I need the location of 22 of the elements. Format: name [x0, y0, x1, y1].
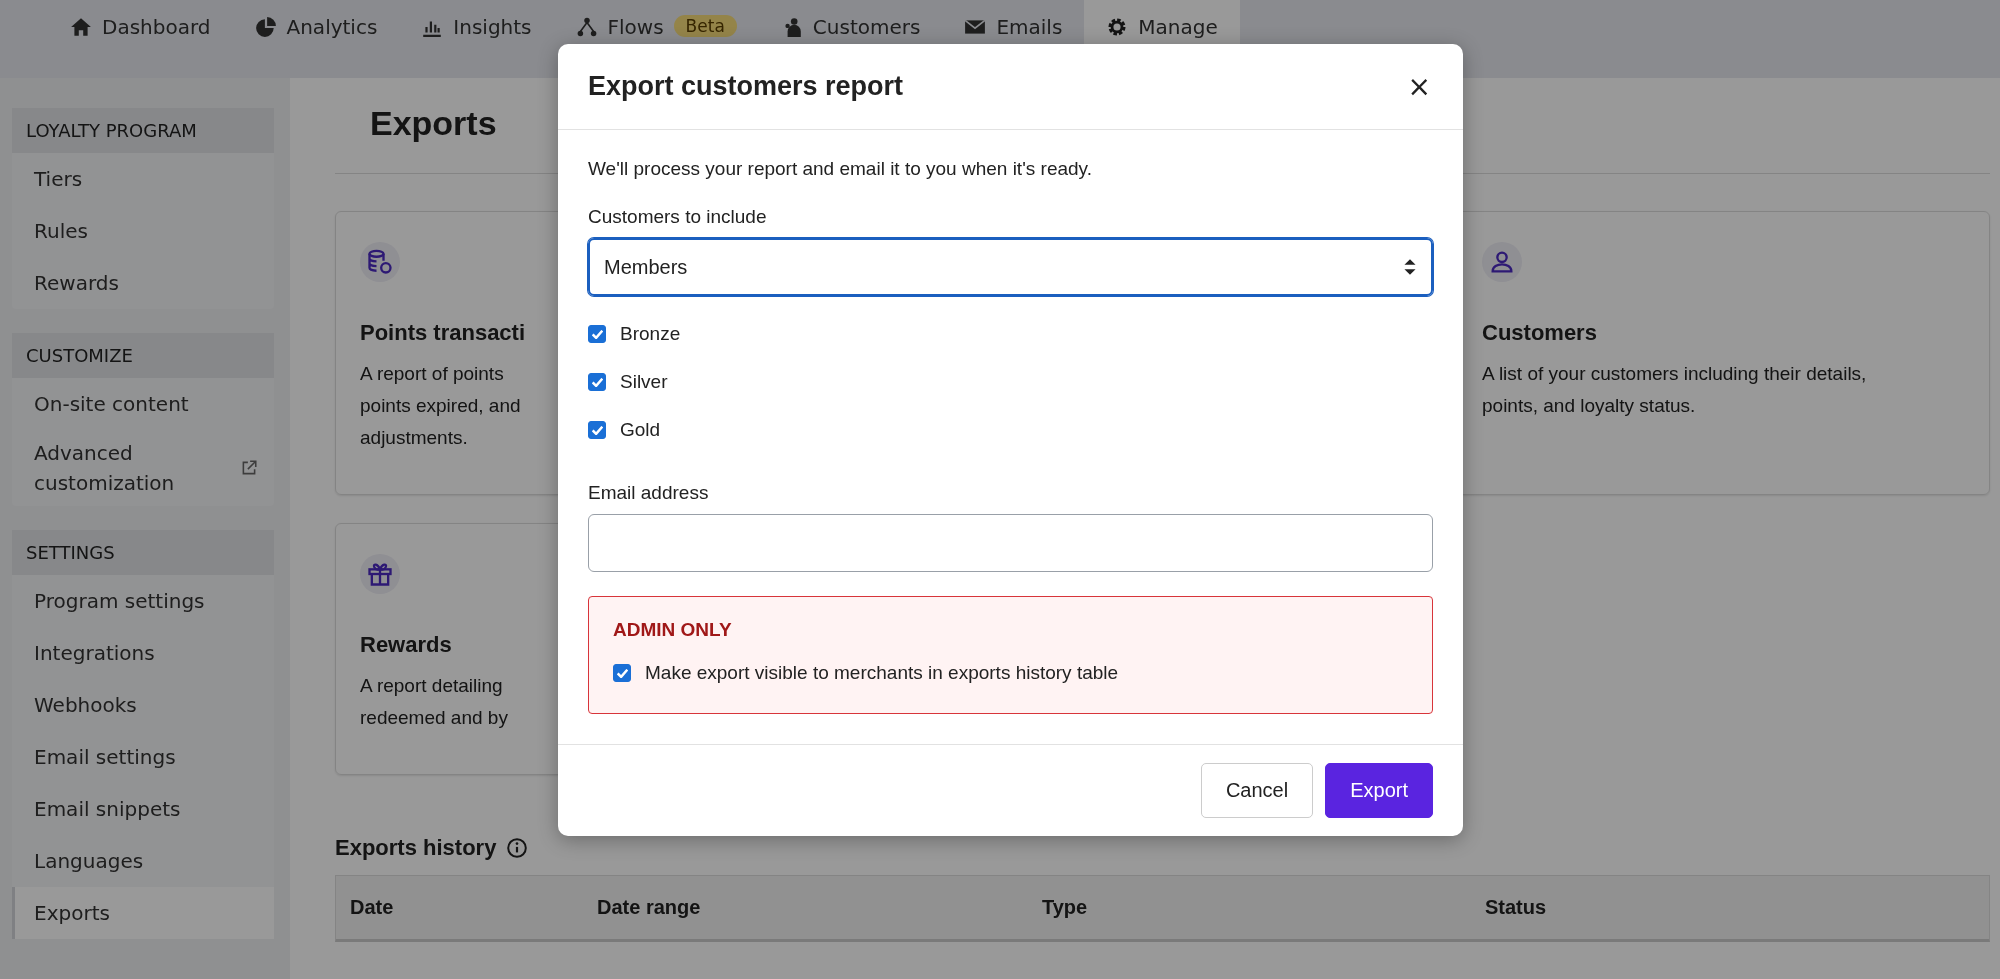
- sidebar-group-header: CUSTOMIZE: [12, 333, 274, 378]
- card-title: Rewards: [360, 632, 452, 658]
- card-description: A list of your customers including their details, points, and loyalty status.: [1482, 362, 1867, 418]
- checkbox-label: Bronze: [620, 323, 681, 345]
- card-title: Customers: [1482, 320, 1597, 346]
- checkbox-label: Gold: [620, 419, 661, 441]
- column-header: Status: [1485, 896, 1548, 919]
- column-header: Type: [1042, 896, 1089, 919]
- sidebar-group-header: SETTINGS: [12, 530, 274, 575]
- checkbox-label: Silver: [620, 371, 668, 393]
- field-label: Email address: [588, 482, 710, 504]
- admin-title: ADMIN ONLY: [613, 619, 733, 641]
- card-description: A report detailing redeemed and by: [360, 674, 508, 730]
- card-title: Points transacti: [360, 320, 526, 346]
- checkbox-label: Make export visible to merchants in exports history table: [645, 662, 1119, 684]
- column-header: Date range: [597, 896, 702, 919]
- beta-badge: Beta: [673, 15, 737, 37]
- field-label: Customers to include: [588, 206, 768, 228]
- sidebar-group-header: LOYALTY PROGRAM: [12, 108, 274, 153]
- column-header: Date: [350, 896, 395, 919]
- card-description: A report of points points expired, and adjustments.: [360, 362, 521, 450]
- section-title: Exports history: [335, 835, 497, 861]
